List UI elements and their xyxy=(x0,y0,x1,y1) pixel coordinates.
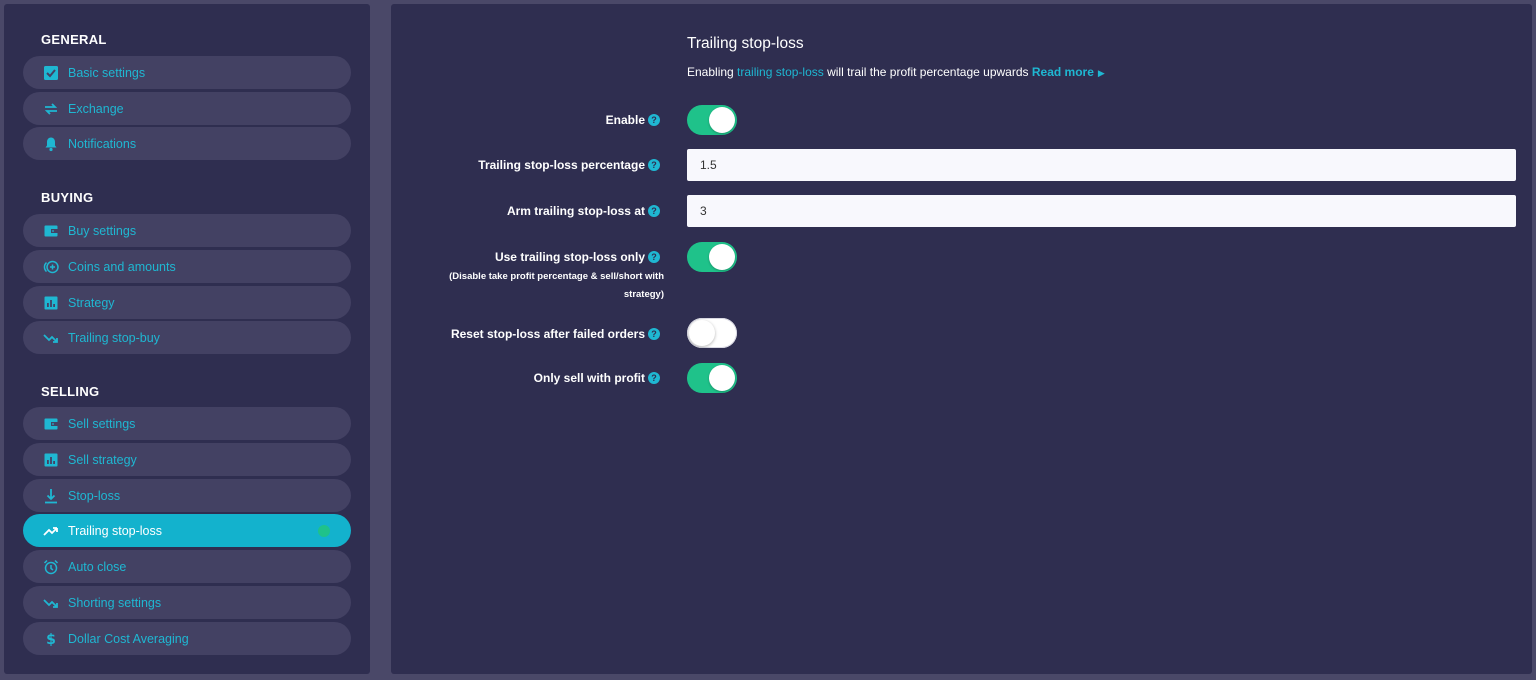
field-label: Enable xyxy=(605,113,645,127)
bar-chart-icon xyxy=(42,294,60,312)
arm-at-label: Arm trailing stop-loss at? xyxy=(507,204,660,218)
trailing-stop-loss-percentage-input[interactable] xyxy=(687,149,1516,181)
alarm-clock-icon xyxy=(42,558,60,576)
trailing-only-sublabel: (Disable take profit percentage & sell/s… xyxy=(449,271,664,300)
section-title-buying: BUYING xyxy=(41,190,94,205)
status-dot xyxy=(318,525,330,537)
main-panel: Trailing stop-loss Enabling trailing sto… xyxy=(391,4,1532,674)
sidebar-item-stop-loss[interactable]: Stop-loss xyxy=(23,479,351,512)
toggle-knob xyxy=(709,107,735,133)
sidebar-item-label: Stop-loss xyxy=(68,488,121,503)
sidebar-item-label: Auto close xyxy=(68,559,127,574)
sidebar-item-strategy[interactable]: Strategy xyxy=(23,286,351,319)
sidebar-item-basic-settings[interactable]: Basic settings xyxy=(23,56,351,89)
wallet-icon xyxy=(42,222,60,240)
profit-only-toggle[interactable] xyxy=(687,363,737,393)
field-label: Use trailing stop-loss only xyxy=(494,250,645,264)
field-label: Only sell with profit xyxy=(533,371,645,385)
sidebar-item-trailing-stop-buy[interactable]: Trailing stop-buy xyxy=(23,321,351,354)
sidebar-item-sell-settings[interactable]: Sell settings xyxy=(23,407,351,440)
caret-right-icon: ▶ xyxy=(1097,68,1105,78)
section-title-general: GENERAL xyxy=(41,32,107,47)
trailing-stop-loss-link[interactable]: trailing stop-loss xyxy=(737,65,824,79)
svg-text:$: $ xyxy=(46,632,56,647)
sidebar-item-label: Trailing stop-loss xyxy=(68,523,163,538)
profit-only-label: Only sell with profit? xyxy=(534,371,660,385)
checkbox-icon xyxy=(42,64,60,82)
sidebar-item-label: Shorting settings xyxy=(68,595,162,610)
trend-down-icon xyxy=(42,329,60,347)
sidebar-item-label: Sell strategy xyxy=(68,452,137,467)
trend-down-icon xyxy=(42,594,60,612)
help-icon[interactable]: ? xyxy=(648,372,660,384)
sidebar-item-sell-strategy[interactable]: Sell strategy xyxy=(23,443,351,476)
sidebar-item-exchange[interactable]: Exchange xyxy=(23,92,351,125)
help-icon[interactable]: ? xyxy=(648,328,660,340)
description-prefix: Enabling xyxy=(687,65,738,79)
sidebar-item-label: Sell settings xyxy=(68,416,136,431)
sidebar-item-label: Notifications xyxy=(68,136,137,151)
field-label: Arm trailing stop-loss at xyxy=(506,204,645,218)
dollar-icon: $ xyxy=(42,630,60,648)
sidebar-item-label: Buy settings xyxy=(68,223,137,238)
read-more-link[interactable]: Read more xyxy=(1032,65,1094,79)
sidebar-item-dollar-cost-averaging[interactable]: $ Dollar Cost Averaging xyxy=(23,622,351,655)
help-icon[interactable]: ? xyxy=(648,251,660,263)
sidebar-item-label: Dollar Cost Averaging xyxy=(68,631,189,646)
description-suffix: will trail the profit percentage upwards xyxy=(823,65,1032,79)
arm-trailing-stop-loss-input[interactable] xyxy=(687,195,1516,227)
field-label: Trailing stop-loss percentage xyxy=(478,158,645,172)
percentage-label: Trailing stop-loss percentage? xyxy=(478,158,660,172)
help-icon[interactable]: ? xyxy=(648,114,660,126)
bell-icon xyxy=(42,135,60,153)
section-title-selling: SELLING xyxy=(41,384,100,399)
toggle-knob xyxy=(689,320,715,346)
toggle-knob xyxy=(709,244,735,270)
reset-label: Reset stop-loss after failed orders? xyxy=(451,327,660,341)
trailing-only-toggle[interactable] xyxy=(687,242,737,272)
download-arrow-icon xyxy=(42,487,60,505)
sidebar: GENERAL Basic settings Exchange Notifica… xyxy=(4,4,370,674)
wallet-icon xyxy=(42,415,60,433)
field-label: Reset stop-loss after failed orders xyxy=(450,327,645,341)
sidebar-item-trailing-stop-loss[interactable]: Trailing stop-loss xyxy=(23,514,351,547)
help-icon[interactable]: ? xyxy=(648,205,660,217)
sidebar-item-auto-close[interactable]: Auto close xyxy=(23,550,351,583)
exchange-arrows-icon xyxy=(42,100,60,118)
enable-label: Enable? xyxy=(606,113,660,127)
sidebar-item-label: Basic settings xyxy=(68,65,146,80)
sidebar-item-label: Trailing stop-buy xyxy=(68,330,160,345)
sidebar-item-coins-and-amounts[interactable]: Coins and amounts xyxy=(23,250,351,283)
reset-toggle[interactable] xyxy=(687,318,737,348)
sidebar-item-buy-settings[interactable]: Buy settings xyxy=(23,214,351,247)
sidebar-item-label: Strategy xyxy=(68,295,115,310)
sidebar-item-label: Exchange xyxy=(68,101,124,116)
sidebar-item-shorting-settings[interactable]: Shorting settings xyxy=(23,586,351,619)
page-description: Enabling trailing stop-loss will trail t… xyxy=(687,65,1105,79)
coins-plus-icon xyxy=(42,258,60,276)
trend-up-icon xyxy=(42,522,60,540)
sidebar-item-notifications[interactable]: Notifications xyxy=(23,127,351,160)
help-icon[interactable]: ? xyxy=(648,159,660,171)
enable-toggle[interactable] xyxy=(687,105,737,135)
sidebar-item-label: Coins and amounts xyxy=(68,259,176,274)
page-title: Trailing stop-loss xyxy=(687,35,804,52)
toggle-knob xyxy=(709,365,735,391)
trailing-only-label: Use trailing stop-loss only? xyxy=(495,250,660,264)
bar-chart-icon xyxy=(42,451,60,469)
